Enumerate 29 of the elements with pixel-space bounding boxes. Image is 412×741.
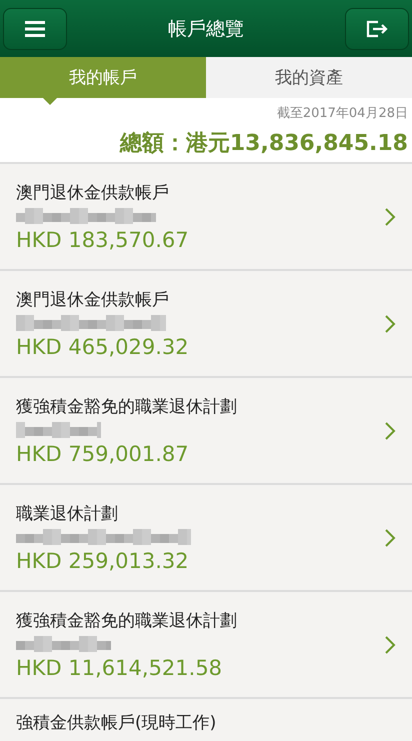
- account-row[interactable]: 強積金供款帳戶(現時工作): [0, 699, 412, 741]
- account-row[interactable]: 澳門退休金供款帳戶 HKD 465,029.32: [0, 271, 412, 378]
- account-row[interactable]: 獲強積金豁免的職業退休計劃 HKD 759,001.87: [0, 378, 412, 485]
- account-amount: HKD 465,029.32: [16, 335, 190, 359]
- menu-icon: [25, 20, 45, 36]
- account-amount: HKD 183,570.67: [16, 228, 190, 252]
- account-name: 職業退休計劃: [16, 503, 119, 525]
- account-row[interactable]: 獲強積金豁免的職業退休計劃 HKD 11,614,521.58: [0, 592, 412, 699]
- account-name: 強積金供款帳戶(現時工作): [16, 712, 218, 734]
- account-amount: HKD 11,614,521.58: [16, 656, 224, 680]
- account-name: 獲強積金豁免的職業退休計劃: [16, 610, 238, 632]
- chevron-right-icon: [384, 420, 396, 440]
- chevron-right-icon: [384, 634, 396, 654]
- account-name: 獲強積金豁免的職業退休計劃: [16, 396, 238, 418]
- logout-button[interactable]: [345, 8, 409, 50]
- account-name: 澳門退休金供款帳戶: [16, 182, 170, 204]
- menu-button[interactable]: [3, 8, 67, 50]
- account-amount: HKD 259,013.32: [16, 549, 190, 573]
- account-row[interactable]: 澳門退休金供款帳戶 HKD 183,570.67: [0, 164, 412, 271]
- account-row[interactable]: 職業退休計劃 HKD 259,013.32: [0, 485, 412, 592]
- total-amount: 總額：港元13,836,845.18: [120, 130, 408, 158]
- chevron-right-icon: [384, 528, 396, 548]
- chevron-right-icon: [384, 206, 396, 226]
- header-title: 帳戶總覽: [168, 16, 244, 42]
- as-of-date: 截至2017年04月28日: [276, 105, 408, 122]
- account-amount: HKD 759,001.87: [16, 442, 190, 466]
- chevron-right-icon: [384, 314, 396, 334]
- logout-icon: [366, 20, 388, 38]
- account-name: 澳門退休金供款帳戶: [16, 289, 170, 311]
